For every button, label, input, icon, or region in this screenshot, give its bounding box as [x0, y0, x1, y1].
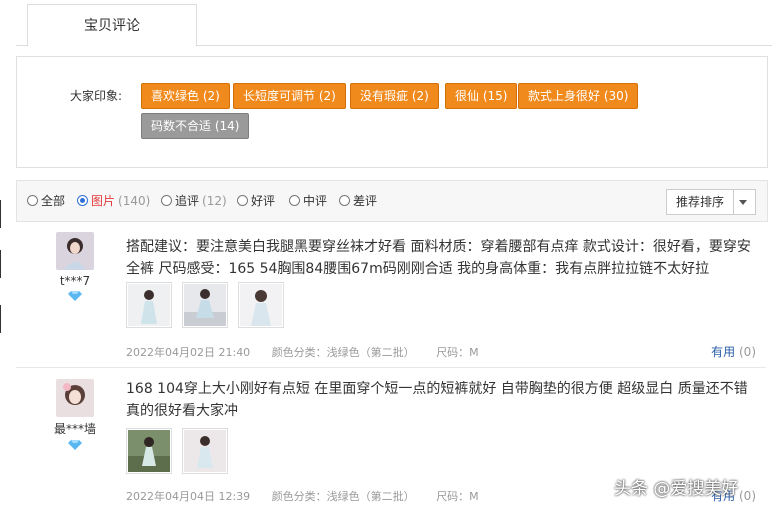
impressions-panel: 大家印象: 喜欢绿色 (2) 长短度可调节 (2) 没有瑕疵 (2) 很仙 (1… [16, 56, 768, 168]
sort-divider [733, 190, 734, 214]
radio-icon[interactable] [27, 195, 38, 206]
filter-all[interactable]: 全部 [27, 192, 65, 209]
chevron-down-icon[interactable] [739, 200, 747, 205]
filter-negative[interactable]: 差评 [339, 192, 377, 209]
filter-neutral[interactable]: 中评 [289, 192, 327, 209]
review-photo[interactable] [126, 282, 172, 328]
filter-label: 差评 [353, 194, 378, 208]
edge-mark [0, 200, 1, 228]
useful-label: 有用 [711, 345, 736, 359]
review-date: 2022年04月04日 12:39 [126, 490, 251, 503]
filter-label: 图片 [91, 194, 116, 208]
review-photos [126, 282, 284, 328]
edge-mark [0, 250, 1, 278]
filter-count: (140) [118, 193, 151, 208]
review-photo[interactable] [182, 428, 228, 474]
impression-tag[interactable]: 款式上身很好 (30) [518, 83, 639, 109]
review-item: t***7 搭配建议：要注意美白我腿黑要穿丝袜才好看 面料材质：穿着腰部有点痒 … [16, 222, 766, 368]
edge-mark [0, 305, 1, 333]
review-text: 搭配建议：要注意美白我腿黑要穿丝袜才好看 面料材质：穿着腰部有点痒 款式设计：很… [126, 239, 751, 277]
username: 最***墙 [53, 422, 96, 436]
radio-icon[interactable] [237, 195, 248, 206]
filter-label: 好评 [251, 194, 276, 208]
review-photo[interactable] [238, 282, 284, 328]
avatar[interactable] [56, 379, 94, 417]
sort-dropdown[interactable]: 推荐排序 [666, 189, 756, 215]
useful-button[interactable]: 有用 (0) [711, 343, 756, 360]
review-photos [126, 428, 228, 474]
filter-label: 中评 [303, 194, 328, 208]
review-color: 颜色分类：浅绿色（第二批） [271, 490, 415, 503]
radio-checked-icon[interactable] [77, 195, 88, 206]
filter-label: 追评 [175, 194, 200, 208]
filter-count: (12) [202, 193, 227, 208]
review-photo[interactable] [126, 428, 172, 474]
review-photo[interactable] [182, 282, 228, 328]
review-meta: 2022年04月04日 12:39 颜色分类：浅绿色（第二批） 尺码：M [126, 488, 497, 504]
diamond-icon [68, 440, 82, 450]
review-size: 尺码：M [436, 346, 479, 359]
radio-icon[interactable] [161, 195, 172, 206]
avatar[interactable] [56, 232, 94, 270]
review-text: 168 104穿上大小刚好有点短 在里面穿个短一点的短裤就好 自带胸垫的很方便 … [126, 381, 748, 419]
impression-tag[interactable]: 很仙 (15) [445, 83, 518, 109]
sort-label: 推荐排序 [676, 195, 725, 209]
impression-tag[interactable]: 喜欢绿色 (2) [141, 83, 230, 109]
diamond-icon [68, 291, 82, 301]
impression-tag[interactable]: 码数不合适 (14) [141, 113, 250, 139]
impression-tag[interactable]: 长短度可调节 (2) [233, 83, 346, 109]
review-size: 尺码：M [436, 490, 479, 503]
filter-images[interactable]: 图片 (140) [77, 192, 150, 209]
review-meta: 2022年04月02日 21:40 颜色分类：浅绿色（第二批） 尺码：M [126, 344, 497, 360]
useful-count: (0) [739, 489, 756, 503]
filter-positive[interactable]: 好评 [237, 192, 275, 209]
tab-bar: 宝贝评论 [16, 0, 772, 47]
impression-tag[interactable]: 没有瑕疵 (2) [350, 83, 439, 109]
radio-icon[interactable] [339, 195, 350, 206]
filter-label: 全部 [41, 194, 66, 208]
review-date: 2022年04月02日 21:40 [126, 346, 251, 359]
filter-followup[interactable]: 追评 (12) [161, 192, 227, 209]
watermark: 头条 @爱搜美好 [614, 479, 739, 499]
username: t***7 [59, 274, 91, 288]
review-color: 颜色分类：浅绿色（第二批） [271, 346, 415, 359]
useful-count: (0) [739, 345, 756, 359]
radio-icon[interactable] [289, 195, 300, 206]
review-filter-bar: 全部 图片 (140) 追评 (12) 好评 中评 差评 推荐排序 [16, 180, 768, 222]
tab-reviews[interactable]: 宝贝评论 [27, 4, 197, 47]
impressions-label: 大家印象: [70, 89, 123, 103]
